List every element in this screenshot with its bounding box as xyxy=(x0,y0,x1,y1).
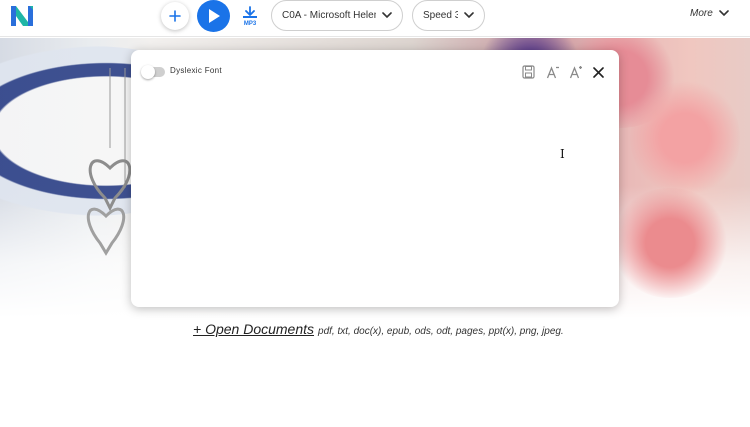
play-button[interactable] xyxy=(197,0,230,32)
chevron-down-icon xyxy=(464,12,474,19)
font-increase-icon xyxy=(569,66,582,79)
top-toolbar: MP3 C0A - Microsoft Helena… Speed 3 More xyxy=(0,0,750,37)
dyslexic-font-label: Dyslexic Font xyxy=(170,66,222,75)
flower-decoration xyxy=(630,78,740,198)
more-label: More xyxy=(690,8,713,19)
font-decrease-icon xyxy=(546,66,559,79)
naturalreader-logo[interactable] xyxy=(9,4,35,28)
close-icon xyxy=(592,66,604,78)
close-panel-button[interactable] xyxy=(591,65,605,79)
text-editor-area[interactable] xyxy=(143,90,607,295)
mp3-download-icon[interactable]: MP3 xyxy=(241,6,259,26)
voice-selector[interactable]: C0A - Microsoft Helena… xyxy=(271,0,403,31)
flower-decoration xyxy=(610,188,730,298)
add-document-button[interactable] xyxy=(161,2,189,30)
dyslexic-font-toggle[interactable] xyxy=(141,65,165,79)
chevron-down-icon xyxy=(718,10,729,17)
speed-selector[interactable]: Speed 3 xyxy=(412,0,485,31)
speed-label: Speed 3 xyxy=(423,10,458,21)
play-icon xyxy=(208,9,220,23)
open-documents-link[interactable]: + Open Documents xyxy=(193,321,314,337)
svg-text:MP3: MP3 xyxy=(244,21,257,26)
supported-formats-text: pdf, txt, doc(x), epub, ods, odt, pages,… xyxy=(318,326,564,337)
save-icon xyxy=(521,65,535,79)
open-documents-area: + Open Documents pdf, txt, doc(x), epub,… xyxy=(193,321,564,337)
increase-font-button[interactable] xyxy=(568,65,584,79)
voice-label: C0A - Microsoft Helena… xyxy=(282,10,376,21)
decrease-font-button[interactable] xyxy=(545,65,561,79)
save-button[interactable] xyxy=(520,65,536,79)
hearts-decoration xyxy=(86,68,132,256)
more-menu-button[interactable]: More xyxy=(690,8,729,19)
chevron-down-icon xyxy=(382,12,392,19)
text-cursor-icon: I xyxy=(560,147,565,161)
plus-icon xyxy=(169,10,181,22)
text-reader-panel: Dyslexic Font I xyxy=(131,50,619,307)
toggle-knob xyxy=(141,65,155,79)
